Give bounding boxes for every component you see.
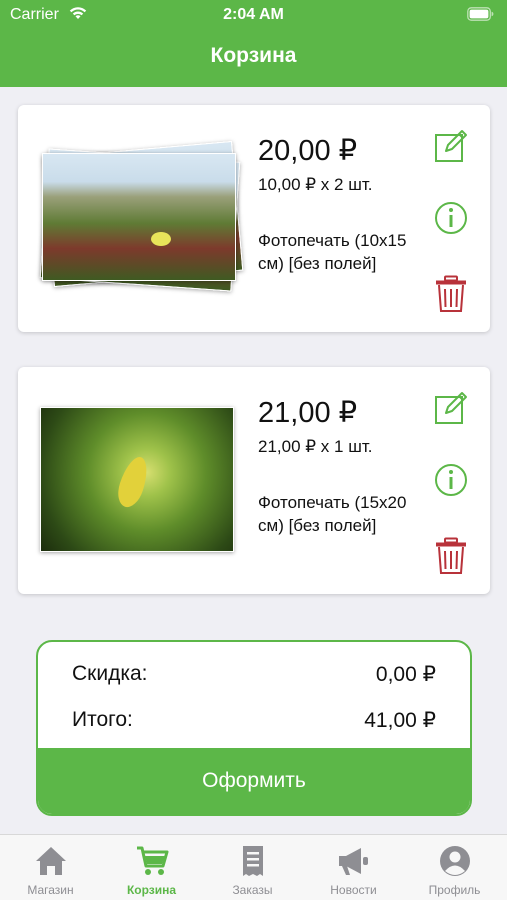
- page-title: Корзина: [210, 44, 297, 67]
- tab-bar: Магазин Корзина Заказы Новости Профиль: [0, 834, 507, 900]
- tab-label: Корзина: [126, 883, 177, 897]
- item-description: Фотопечать (15x20 см) [без полей]: [258, 493, 407, 535]
- item-quantity: 21,00 ₽ x 1 шт.: [258, 437, 373, 456]
- discount-label: Скидка:: [72, 662, 148, 685]
- photo-stack-front: [42, 153, 236, 281]
- total-value: 41,00 ₽: [364, 709, 436, 732]
- receipt-icon: [243, 846, 263, 876]
- item-description: Фотопечать (10x15 см) [без полей]: [258, 231, 407, 273]
- checkout-button[interactable]: Оформить: [38, 748, 470, 814]
- order-summary: Скидка: 0,00 ₽ Итого: 41,00 ₽ Оформить: [36, 640, 472, 816]
- tab-label: Новости: [330, 883, 377, 897]
- tab-profile[interactable]: Профиль: [404, 835, 505, 900]
- tab-orders[interactable]: Заказы: [202, 835, 303, 900]
- megaphone-icon: [339, 848, 368, 875]
- info-icon[interactable]: [434, 461, 468, 499]
- discount-value: 0,00 ₽: [375, 663, 436, 686]
- navigation-bar: Carrier 2:04 AM Корзина: [0, 0, 507, 87]
- tab-cart[interactable]: Корзина: [101, 835, 202, 900]
- battery-icon: [467, 7, 494, 21]
- profile-icon: [440, 846, 470, 876]
- edit-icon[interactable]: [434, 127, 468, 165]
- home-icon: [36, 847, 66, 875]
- trash-icon[interactable]: [434, 275, 468, 313]
- total-label: Итого:: [72, 708, 133, 731]
- product-photo[interactable]: [39, 140, 244, 295]
- tab-news[interactable]: Новости: [303, 835, 404, 900]
- tab-label: Магазин: [27, 883, 74, 897]
- cart-icon: [137, 846, 169, 875]
- cart-item: 21,00 ₽ 21,00 ₽ x 1 шт. Фотопечать (15x2…: [18, 367, 490, 594]
- leaf-highlight: [113, 453, 153, 511]
- info-icon[interactable]: [434, 199, 468, 237]
- tab-shop[interactable]: Магазин: [0, 835, 101, 900]
- item-price: 20,00 ₽: [258, 135, 358, 167]
- tab-label: Заказы: [232, 883, 273, 897]
- flower-highlight: [151, 232, 171, 246]
- status-bar: Carrier 2:04 AM: [0, 0, 507, 30]
- tab-label: Профиль: [428, 883, 481, 897]
- trash-icon[interactable]: [434, 537, 468, 575]
- product-photo[interactable]: [40, 407, 236, 557]
- cart-item: 20,00 ₽ 10,00 ₽ x 2 шт. Фотопечать (10x1…: [18, 105, 490, 332]
- edit-icon[interactable]: [434, 389, 468, 427]
- item-quantity: 10,00 ₽ x 2 шт.: [258, 175, 373, 194]
- clock: 2:04 AM: [223, 6, 284, 23]
- item-price: 21,00 ₽: [258, 397, 358, 429]
- photo-front: [40, 407, 234, 552]
